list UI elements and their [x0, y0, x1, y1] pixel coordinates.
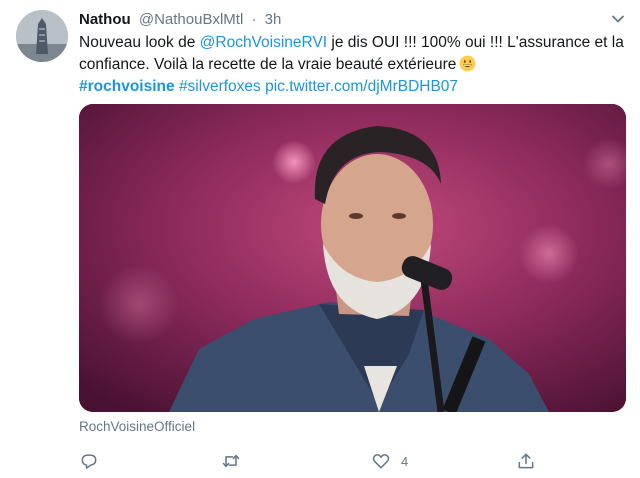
heart-icon: [372, 454, 390, 469]
reply-button[interactable]: [79, 450, 99, 472]
avatar[interactable]: [16, 10, 68, 62]
tweet-text-part1: Nouveau look de: [79, 34, 200, 51]
reply-icon: [81, 454, 97, 469]
hashtag-link-rochvoisine[interactable]: #rochvoisine: [79, 78, 175, 95]
retweet-icon: [222, 454, 240, 468]
like-count: 4: [401, 453, 409, 469]
tweet-actions: 4: [79, 450, 626, 472]
like-button[interactable]: 4: [371, 450, 408, 472]
tweet-header: Nathou @NathouBxlMtl · 3h: [79, 10, 281, 30]
hashtag-link-silverfoxes[interactable]: #silverfoxes: [179, 78, 261, 95]
display-name[interactable]: Nathou: [79, 11, 131, 28]
tweet-text: Nouveau look de @RochVoisineRVI je dis O…: [79, 32, 624, 98]
media-source-credit[interactable]: RochVoisineOfficiel: [79, 418, 195, 436]
mention-link[interactable]: @RochVoisineRVI: [200, 34, 327, 51]
share-icon: [518, 453, 534, 469]
tweet-media-photo[interactable]: [79, 104, 626, 412]
pic-link[interactable]: pic.twitter.com/djMrBDHB07: [265, 78, 458, 95]
grinning-face-emoji-icon: [460, 55, 476, 72]
user-handle[interactable]: @NathouBxlMtl: [139, 11, 243, 28]
concert-photo: [79, 104, 626, 412]
timestamp[interactable]: 3h: [265, 11, 282, 28]
share-button[interactable]: [516, 450, 536, 472]
separator-dot: ·: [251, 11, 257, 28]
retweet-button[interactable]: [221, 450, 241, 472]
avatar-image: [16, 10, 68, 62]
chevron-down-icon[interactable]: [611, 12, 625, 26]
tweet[interactable]: Nathou @NathouBxlMtl · 3h Nouveau look d…: [0, 0, 640, 478]
